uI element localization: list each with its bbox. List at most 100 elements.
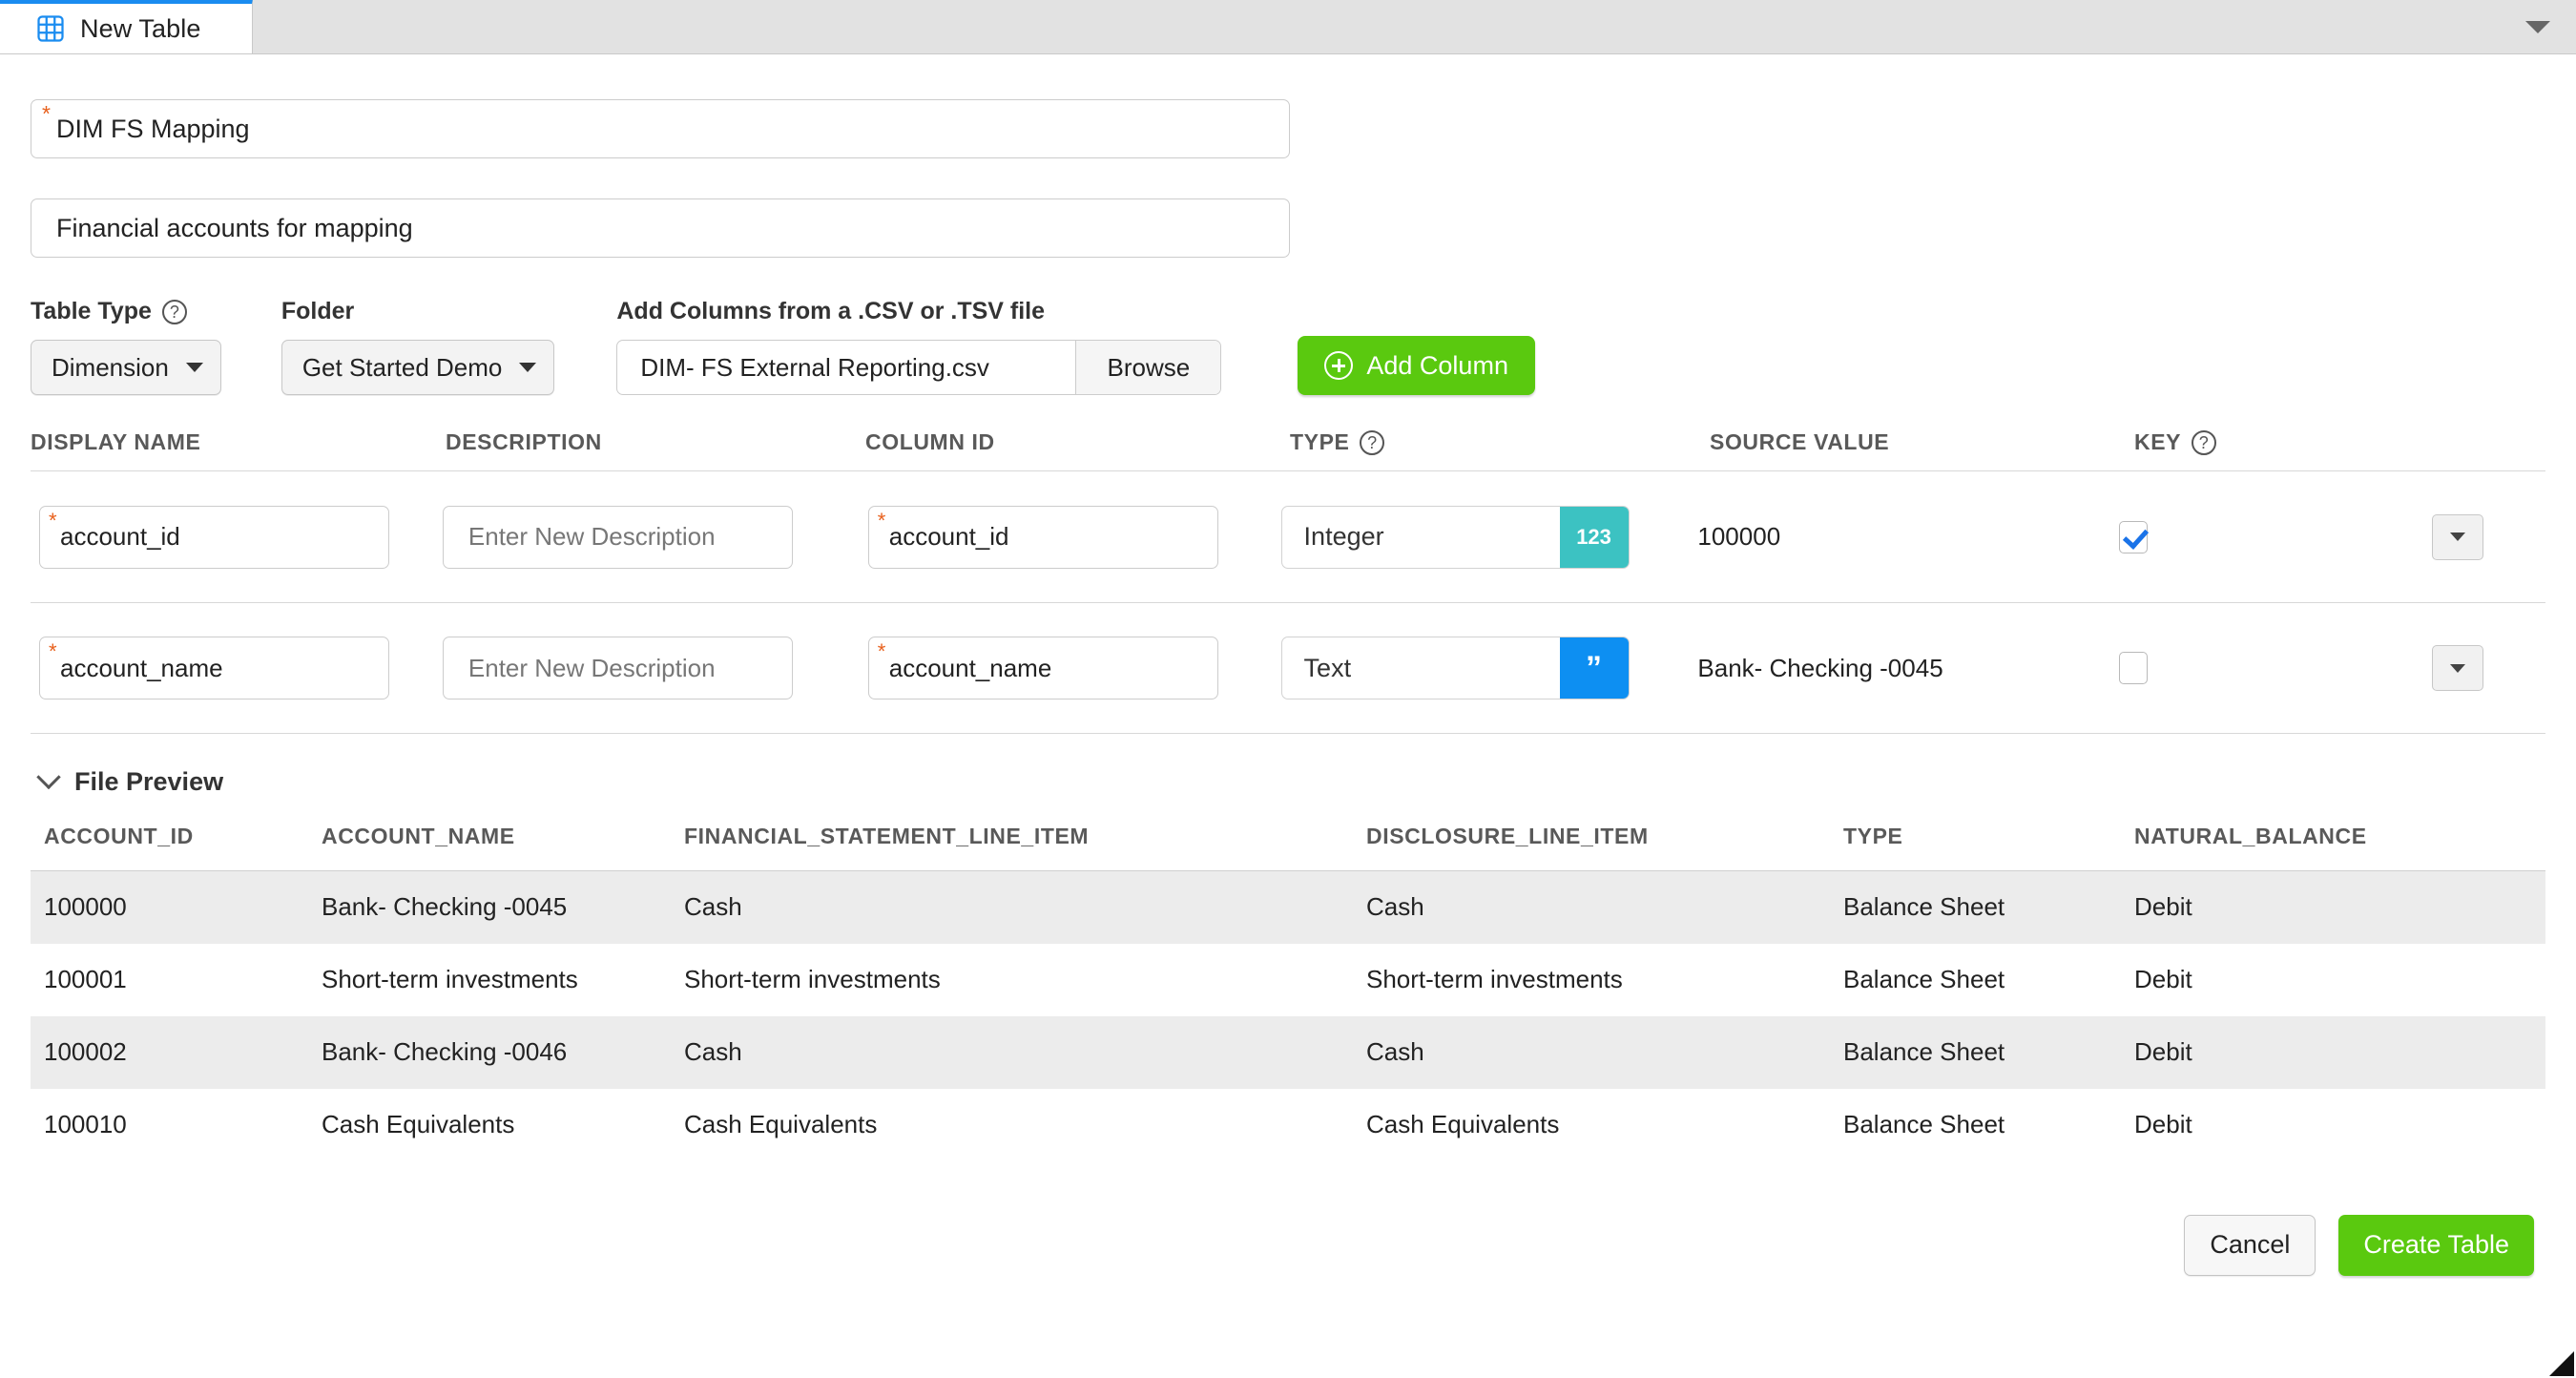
cell-key: [2119, 652, 2432, 684]
cell-natural-balance: Debit: [2134, 965, 2192, 993]
csv-label: Add Columns from a .CSV or .TSV file: [616, 298, 1046, 324]
type-selector[interactable]: Integer 123: [1280, 505, 1630, 569]
key-checkbox[interactable]: [2119, 652, 2149, 684]
table-type-value: Dimension: [52, 352, 169, 382]
file-preview-header-row: ACCOUNT_ID ACCOUNT_NAME FINANCIAL_STATEM…: [31, 824, 2545, 871]
folder-label-row: Folder: [281, 298, 555, 325]
header-source-value: SOURCE VALUE: [1710, 429, 1890, 454]
description-input[interactable]: Enter New Description: [442, 637, 793, 699]
display-name-input[interactable]: * account_id: [39, 505, 389, 569]
preview-header-account-id: ACCOUNT_ID: [31, 824, 322, 871]
table-row: 100000 Bank- Checking -0045 Cash Cash Ba…: [31, 870, 2545, 944]
cell-row-menu: [2431, 645, 2545, 691]
table-name-input[interactable]: * DIM FS Mapping: [31, 99, 1290, 158]
cell-display-name: * account_id: [31, 505, 443, 569]
type-value: Text: [1303, 653, 1352, 682]
tab-new-table[interactable]: New Table: [0, 0, 253, 53]
type-selector[interactable]: Text ”: [1280, 637, 1630, 699]
add-column-label: Add Column: [1366, 350, 1508, 380]
caret-down-icon: [185, 363, 203, 372]
column-id-value: account_name: [888, 653, 1052, 682]
preview-header-disclosure-line-item: DISCLOSURE_LINE_ITEM: [1366, 824, 1843, 871]
tab-label: New Table: [80, 13, 201, 43]
caret-down-icon: [519, 363, 537, 372]
required-marker: *: [877, 508, 886, 532]
table-name-value: DIM FS Mapping: [56, 114, 250, 143]
cell-type: Balance Sheet: [1843, 1110, 2005, 1138]
cell-account-id: 100002: [44, 1037, 127, 1066]
tab-bar-empty-area: [253, 0, 2576, 53]
column-id-input[interactable]: * account_name: [867, 637, 1218, 699]
cell-account-id: 100010: [44, 1110, 127, 1138]
cell-account-id: 100001: [44, 965, 127, 993]
window-resize-grip[interactable]: [2544, 1346, 2576, 1378]
csv-file-input[interactable]: DIM- FS External Reporting.csv: [617, 341, 1075, 394]
caret-down-icon: [2449, 663, 2465, 673]
row-menu-button[interactable]: [2431, 513, 2483, 560]
folder-group: Folder Get Started Demo: [280, 298, 555, 395]
header-type: TYPE: [1290, 429, 1350, 454]
create-table-button[interactable]: Create Table: [2338, 1214, 2534, 1276]
question-mark-icon[interactable]: ?: [1360, 429, 1385, 455]
table-row: 100002 Bank- Checking -0046 Cash Cash Ba…: [31, 1015, 2545, 1089]
description-input[interactable]: Enter New Description: [442, 505, 793, 569]
table-type-group: Table Type ? Dimension: [31, 298, 221, 395]
preview-header-financial-statement-line-item: FINANCIAL_STATEMENT_LINE_ITEM: [684, 824, 1366, 871]
folder-value: Get Started Demo: [301, 352, 503, 382]
cell-column-id: * account_id: [860, 505, 1281, 569]
column-definition-header-row: DISPLAY NAME DESCRIPTION COLUMN ID TYPE …: [31, 429, 2545, 470]
cell-type: Balance Sheet: [1843, 965, 2005, 993]
table-description-input[interactable]: Financial accounts for mapping: [31, 198, 1290, 258]
table-row: 100001 Short-term investments Short-term…: [31, 943, 2545, 1016]
required-marker: *: [877, 639, 886, 663]
column-id-input[interactable]: * account_id: [867, 505, 1218, 569]
file-preview-table: ACCOUNT_ID ACCOUNT_NAME FINANCIAL_STATEM…: [31, 824, 2545, 1161]
cell-account-name: Bank- Checking -0046: [322, 1037, 568, 1066]
file-preview-title: File Preview: [74, 767, 224, 796]
table-row: 100010 Cash Equivalents Cash Equivalents…: [31, 1088, 2545, 1161]
display-name-input[interactable]: * account_name: [39, 637, 389, 699]
header-type-wrap: TYPE ?: [1290, 429, 1710, 455]
cell-description: Enter New Description: [442, 505, 860, 569]
tab-bar: New Table: [0, 0, 2576, 54]
cell-financial-statement-line-item: Cash: [684, 1037, 742, 1066]
integer-type-icon: 123: [1559, 506, 1629, 568]
add-column-button[interactable]: Add Column: [1298, 336, 1535, 395]
display-name-value: account_name: [60, 653, 223, 682]
required-marker: *: [49, 639, 57, 663]
cancel-button[interactable]: Cancel: [2184, 1214, 2316, 1276]
chevron-down-icon: [36, 764, 61, 789]
cell-natural-balance: Debit: [2134, 1110, 2192, 1138]
table-type-label-row: Table Type ?: [31, 298, 221, 325]
chevron-down-icon[interactable]: [2525, 21, 2550, 33]
preview-header-type: TYPE: [1843, 824, 2134, 871]
type-value: Integer: [1303, 522, 1384, 551]
table-type-label: Table Type: [31, 298, 152, 324]
cell-description: Enter New Description: [442, 637, 860, 699]
question-mark-icon[interactable]: ?: [2192, 429, 2217, 455]
cell-natural-balance: Debit: [2134, 1037, 2192, 1066]
csv-file-input-wrap: DIM- FS External Reporting.csv Browse: [616, 340, 1222, 395]
options-row: Table Type ? Dimension Folder Get Starte…: [31, 298, 2545, 395]
preview-header-account-name: ACCOUNT_NAME: [322, 824, 684, 871]
cell-key: [2119, 520, 2432, 553]
browse-label: Browse: [1107, 352, 1191, 382]
browse-button[interactable]: Browse: [1075, 341, 1221, 394]
column-id-value: account_id: [888, 522, 1009, 551]
cell-type: Balance Sheet: [1843, 1037, 2005, 1066]
row-menu-button[interactable]: [2431, 645, 2483, 691]
table-type-dropdown[interactable]: Dimension: [31, 340, 221, 395]
form-actions: Cancel Create Table: [31, 1214, 2545, 1276]
folder-dropdown[interactable]: Get Started Demo: [280, 340, 555, 395]
column-definition-table: DISPLAY NAME DESCRIPTION COLUMN ID TYPE …: [31, 429, 2545, 734]
file-preview-toggle[interactable]: File Preview: [31, 764, 2545, 797]
question-mark-icon[interactable]: ?: [161, 299, 187, 324]
folder-label: Folder: [280, 298, 355, 324]
preview-header-natural-balance: NATURAL_BALANCE: [2134, 824, 2545, 871]
key-checkbox[interactable]: [2119, 520, 2149, 553]
cell-account-name: Bank- Checking -0045: [322, 892, 568, 922]
cell-financial-statement-line-item: Cash Equivalents: [684, 1110, 878, 1138]
table-description-value: Financial accounts for mapping: [56, 213, 413, 242]
header-display-name: DISPLAY NAME: [31, 429, 201, 454]
required-marker: *: [42, 101, 51, 126]
